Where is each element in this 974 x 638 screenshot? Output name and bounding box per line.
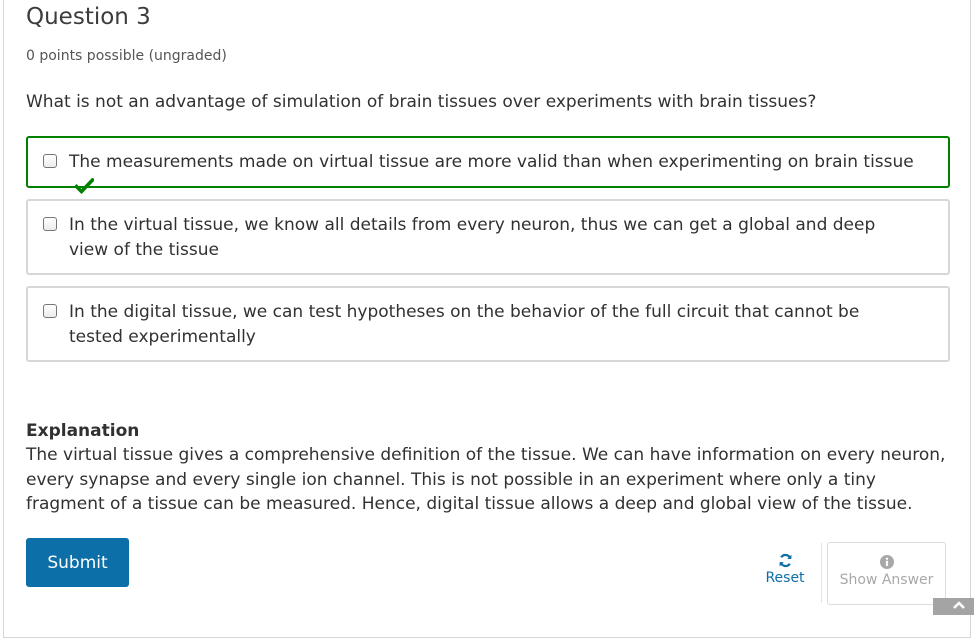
choice-checkbox-1[interactable] — [43, 154, 57, 168]
show-answer-button: Show Answer — [827, 542, 946, 605]
points-info: 0 points possible (ungraded) — [26, 48, 227, 64]
choice-label-3: In the digital tissue, we can test hypot… — [69, 302, 860, 347]
reset-button[interactable]: Reset — [753, 548, 817, 598]
choice-checkbox-3[interactable] — [43, 304, 57, 318]
scroll-to-top-button[interactable] — [933, 598, 974, 615]
info-circle-icon — [879, 555, 894, 569]
refresh-icon — [779, 553, 791, 568]
choice-label-1: The measurements made on virtual tissue … — [69, 150, 918, 200]
choice-option-3[interactable]: In the digital tissue, we can test hypot… — [26, 286, 950, 362]
show-answer-label: Show Answer — [839, 572, 934, 588]
action-divider — [821, 543, 822, 603]
submit-button[interactable]: Submit — [26, 538, 129, 587]
explanation-title: Explanation — [26, 421, 140, 441]
question-title: Question 3 — [26, 4, 151, 30]
choice-label-2: In the virtual tissue, we know all detai… — [69, 215, 876, 260]
choice-checkbox-2[interactable] — [43, 217, 57, 231]
checkmark-icon — [75, 177, 94, 194]
question-prompt: What is not an advantage of simulation o… — [26, 92, 817, 112]
choice-option-2[interactable]: In the virtual tissue, we know all detai… — [26, 199, 950, 275]
reset-label: Reset — [765, 570, 805, 586]
arrow-up-icon — [953, 601, 965, 609]
explanation-body: The virtual tissue gives a comprehensive… — [26, 445, 946, 514]
choice-option-1[interactable]: The measurements made on virtual tissue … — [26, 136, 950, 194]
